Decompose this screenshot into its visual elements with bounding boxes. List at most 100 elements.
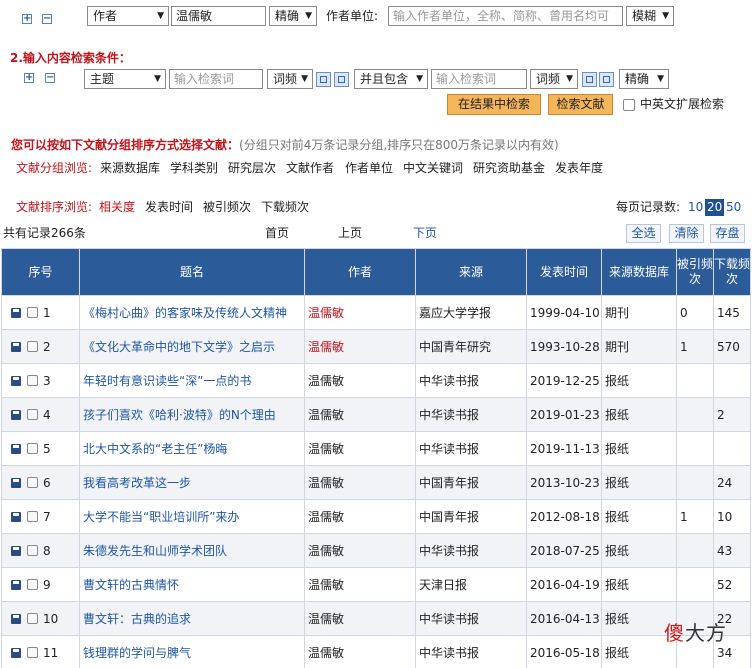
select-all-button[interactable]: 全选 [626, 224, 661, 243]
save-icon[interactable] [11, 477, 21, 488]
row-checkbox[interactable] [27, 374, 38, 386]
add-condition-icon[interactable]: + [24, 73, 34, 83]
col-author[interactable]: 作者 [304, 248, 416, 296]
row-checkbox[interactable] [27, 646, 38, 658]
browse-item-fund[interactable]: 研究资助基金 [473, 158, 545, 178]
title-link[interactable]: 朱德发先生和山师学术团队 [79, 533, 305, 568]
row-checkbox[interactable] [27, 612, 38, 624]
source-link[interactable]: 天津日报 [415, 567, 527, 602]
col-title[interactable]: 题名 [79, 248, 305, 296]
logic-select[interactable]: 并且包含 ▼ [354, 69, 428, 89]
word-expand-icon[interactable] [582, 72, 597, 87]
author-link[interactable]: 温儒敏 [304, 567, 416, 602]
row-checkbox[interactable] [27, 306, 38, 318]
sort-date[interactable]: 发表时间 [145, 197, 193, 217]
freq2-select[interactable]: 词频 ▼ [530, 69, 578, 89]
unit-match-select[interactable]: 模糊 ▼ [626, 6, 674, 26]
col-downloads[interactable]: 下载频次 [713, 248, 751, 296]
search-button[interactable]: 检索文献 [548, 94, 613, 115]
title-link[interactable]: 钱理群的学问与脾气 [79, 635, 305, 668]
browse-item-keywords[interactable]: 中文关键词 [403, 158, 463, 178]
author-link[interactable]: 温儒敏 [304, 601, 416, 636]
browse-item-author[interactable]: 文献作者 [286, 158, 334, 178]
title-link[interactable]: 《文化大革命中的地下文学》之启示 [79, 329, 305, 364]
keyword2-input[interactable]: 输入检索词 [431, 69, 527, 89]
keyword1-input[interactable]: 输入检索词 [169, 69, 263, 89]
source-link[interactable]: 中华读书报 [415, 533, 527, 568]
save-icon[interactable] [11, 511, 21, 522]
save-icon[interactable] [11, 545, 21, 556]
browse-item-source-db[interactable]: 来源数据库 [100, 158, 160, 178]
save-icon[interactable] [11, 341, 21, 352]
first-page-link[interactable]: 首页 [265, 223, 289, 243]
remove-condition-icon[interactable]: − [45, 73, 55, 83]
clear-button[interactable]: 清除 [669, 224, 704, 243]
author-link[interactable]: 温儒敏 [304, 363, 416, 398]
author-link[interactable]: 温儒敏 [304, 465, 416, 500]
per-page-50[interactable]: 50 [726, 197, 741, 217]
next-page-link[interactable]: 下页 [413, 223, 437, 243]
author-link[interactable]: 温儒敏 [304, 431, 416, 466]
title-link[interactable]: 北大中文系的“老主任”杨晦 [79, 431, 305, 466]
save-icon[interactable] [11, 647, 21, 658]
author-link[interactable]: 温儒敏 [304, 635, 416, 668]
source-link[interactable]: 中国青年报 [415, 465, 527, 500]
title-link[interactable]: 大学不能当“职业培训所”来办 [79, 499, 305, 534]
col-source[interactable]: 来源 [415, 248, 527, 296]
author-link[interactable]: 温儒敏 [304, 397, 416, 432]
row-checkbox[interactable] [27, 340, 38, 352]
freq1-select[interactable]: 词频 ▼ [267, 69, 313, 89]
title-link[interactable]: 曹文轩的古典情怀 [79, 567, 305, 602]
col-db[interactable]: 来源数据库 [601, 248, 677, 296]
title-link[interactable]: 孩子们喜欢《哈利·波特》的N个理由 [79, 397, 305, 432]
col-no[interactable]: 序号 [1, 248, 80, 296]
title-link[interactable]: 年轻时有意识读些“深”一点的书 [79, 363, 305, 398]
related-words-icon[interactable] [599, 72, 614, 87]
author-match-select[interactable]: 精确 ▼ [269, 6, 317, 26]
row-checkbox[interactable] [27, 578, 38, 590]
source-link[interactable]: 中华读书报 [415, 635, 527, 668]
author-input[interactable]: 温儒敏 [171, 6, 266, 26]
title-link[interactable]: 曹文轩：古典的追求 [79, 601, 305, 636]
col-date[interactable]: 发表时间 [526, 248, 602, 296]
author-field-select[interactable]: 作者 ▼ [87, 6, 169, 26]
source-link[interactable]: 中国青年研究 [415, 329, 527, 364]
content-field-select[interactable]: 主题 ▼ [84, 69, 166, 89]
title-link[interactable]: 《梅村心曲》的客家味及传统人文精神 [79, 295, 305, 330]
save-icon[interactable] [11, 409, 21, 420]
source-link[interactable]: 中华读书报 [415, 397, 527, 432]
cross-lang-checkbox[interactable] [623, 99, 635, 111]
browse-item-level[interactable]: 研究层次 [228, 158, 276, 178]
save-button[interactable]: 存盘 [710, 224, 745, 243]
prev-page-link[interactable]: 上页 [338, 223, 362, 243]
add-condition-icon[interactable]: + [22, 14, 32, 24]
remove-condition-icon[interactable]: − [42, 14, 52, 24]
row-checkbox[interactable] [27, 544, 38, 556]
save-icon[interactable] [11, 579, 21, 590]
save-icon[interactable] [11, 375, 21, 386]
source-link[interactable]: 中国青年报 [415, 499, 527, 534]
source-link[interactable]: 中华读书报 [415, 601, 527, 636]
sort-downloads[interactable]: 下载频次 [261, 197, 309, 217]
author-link[interactable]: 温儒敏 [304, 295, 416, 330]
title-link[interactable]: 我看高考改革这一步 [79, 465, 305, 500]
save-icon[interactable] [11, 443, 21, 454]
row-checkbox[interactable] [27, 442, 38, 454]
related-words-icon[interactable] [334, 72, 349, 87]
browse-item-year[interactable]: 发表年度 [555, 158, 603, 178]
save-icon[interactable] [11, 613, 21, 624]
row-checkbox[interactable] [27, 510, 38, 522]
browse-item-subject[interactable]: 学科类别 [170, 158, 218, 178]
per-page-20-selected[interactable]: 20 [705, 199, 725, 216]
source-link[interactable]: 中华读书报 [415, 431, 527, 466]
col-cited[interactable]: 被引频次 [676, 248, 714, 296]
save-icon[interactable] [11, 307, 21, 318]
author-link[interactable]: 温儒敏 [304, 499, 416, 534]
author-link[interactable]: 温儒敏 [304, 533, 416, 568]
row-checkbox[interactable] [27, 476, 38, 488]
per-page-10[interactable]: 10 [688, 197, 703, 217]
sort-relevance[interactable]: 相关度 [99, 197, 135, 217]
source-link[interactable]: 中华读书报 [415, 363, 527, 398]
content-match-select[interactable]: 精确 ▼ [619, 69, 669, 89]
author-unit-input[interactable]: 输入作者单位，全称、简称、曾用名均可 [388, 6, 623, 26]
